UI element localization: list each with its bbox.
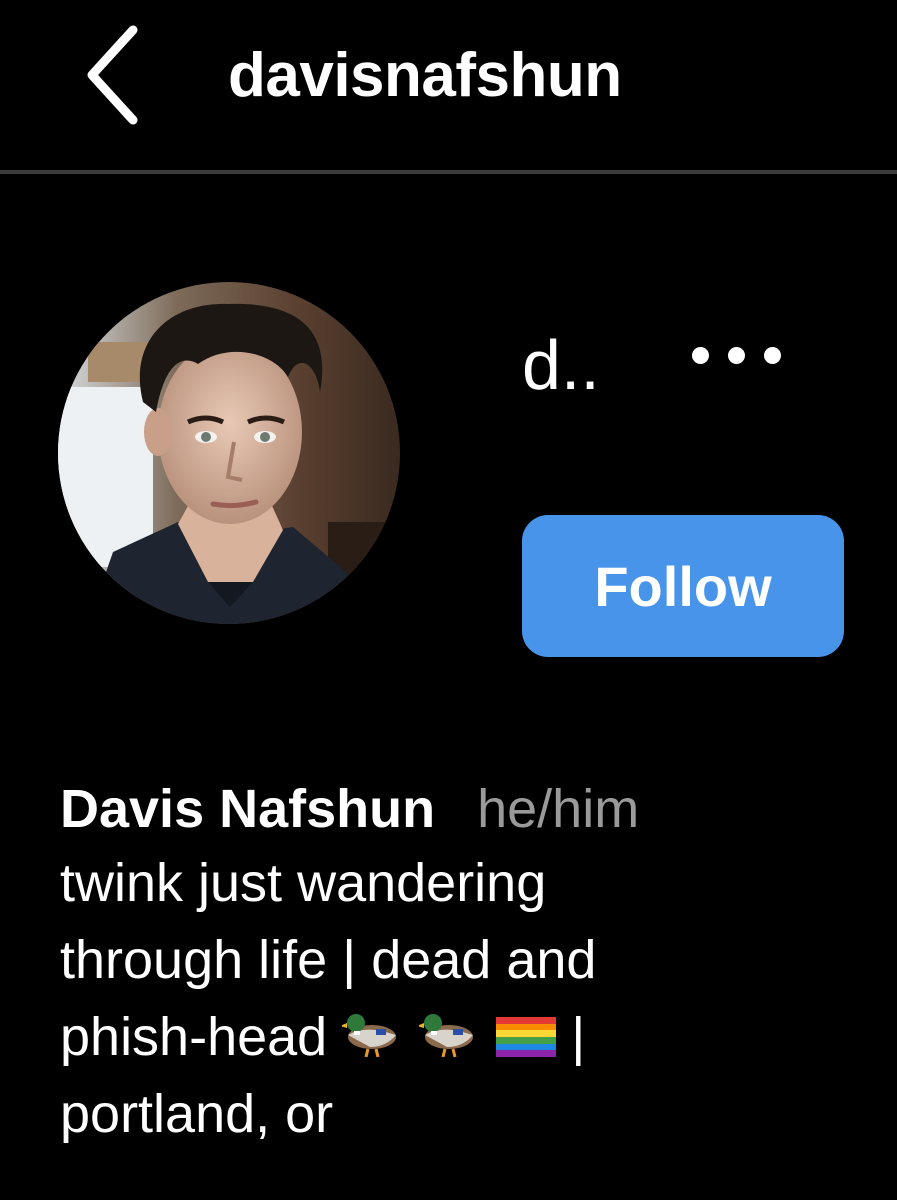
header-divider — [0, 170, 897, 174]
more-dot-icon — [728, 347, 745, 364]
top-bar: davisnafshun — [0, 0, 897, 172]
bio-line-text: phish-head — [60, 1007, 328, 1067]
back-button[interactable] — [78, 20, 158, 130]
avatar[interactable] — [58, 282, 400, 624]
name-row: Davis Nafshun he/him — [60, 775, 860, 843]
bio-line: portland, or — [60, 1084, 334, 1144]
full-name: Davis Nafshun — [60, 779, 436, 839]
display-name-truncated: d.. — [522, 326, 600, 404]
bio-line: phish-head | — [60, 999, 860, 1076]
chevron-left-icon — [78, 20, 158, 130]
bio-separator: | — [571, 1007, 586, 1067]
bio-line: twink just wandering — [60, 853, 547, 913]
pronouns: he/him — [477, 779, 640, 839]
duck-icon — [342, 1005, 404, 1057]
profile-bio: Davis Nafshun he/him twink just wandering… — [60, 775, 860, 1153]
bio-text: twink just wandering through life | dead… — [60, 845, 860, 1153]
header-username: davisnafshun — [228, 41, 622, 110]
bio-line: through life | dead and — [60, 930, 597, 990]
more-options-button[interactable] — [684, 325, 794, 385]
rainbow-flag-icon — [496, 1017, 557, 1057]
more-dot-icon — [692, 347, 709, 364]
more-dot-icon — [764, 347, 781, 364]
follow-button[interactable]: Follow — [522, 515, 844, 657]
duck-icon — [419, 1005, 481, 1057]
